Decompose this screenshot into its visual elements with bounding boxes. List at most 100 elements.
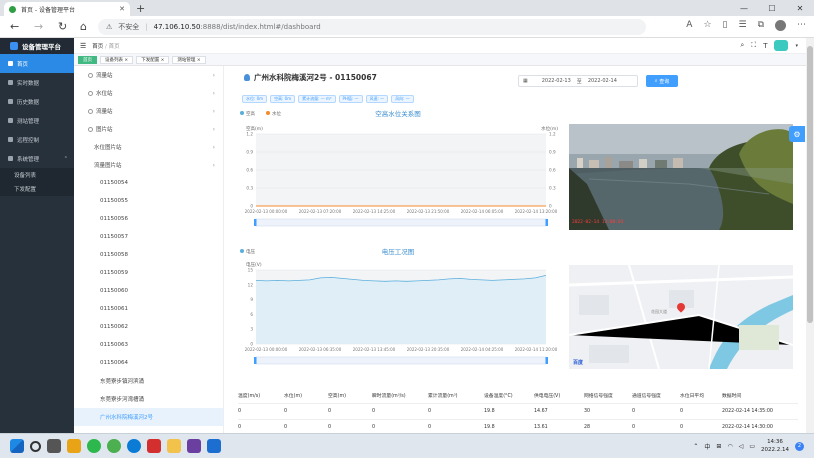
new-tab-icon[interactable]: + (136, 2, 145, 15)
security-warning-icon[interactable]: ⚠ (106, 23, 112, 31)
favorites-list-icon[interactable]: ☰ (738, 20, 746, 31)
taskbar-apps (10, 439, 221, 453)
sidebar-subitem-devices[interactable]: 设备列表 (0, 168, 74, 182)
y2-tick-label: 1.2 (549, 132, 556, 137)
minimize-icon[interactable]: — (730, 0, 758, 16)
date-range-picker[interactable]: ▦ 2022-02-13 至 2022-02-14 (518, 75, 638, 87)
tree-item[interactable]: 01150056 (74, 210, 223, 228)
user-avatar[interactable] (774, 40, 789, 51)
windows-start-icon[interactable] (10, 439, 24, 453)
read-aloud-icon[interactable]: A (686, 20, 692, 31)
home-icon[interactable]: ⌂ (80, 20, 87, 33)
table-cell: 0 (238, 425, 242, 430)
notification-badge[interactable]: 2 (795, 441, 804, 451)
tree-item[interactable]: 图片站 › (74, 120, 223, 138)
hamburger-icon[interactable]: ☰ (80, 42, 86, 50)
collections-icon[interactable]: ⧉ (758, 20, 764, 31)
chrome-icon[interactable] (107, 439, 121, 453)
back-icon[interactable]: ← (10, 20, 19, 33)
query-button[interactable]: ⌕ 查询 (646, 75, 678, 87)
search-icon[interactable] (30, 440, 41, 452)
split-screen-icon[interactable]: ▯ (723, 20, 728, 31)
tree-item[interactable]: 01150064 (74, 354, 223, 372)
sidebar-item-home[interactable]: 首页 (0, 54, 74, 73)
tree-item[interactable]: 流量图片站 › (74, 156, 223, 174)
search-icon[interactable]: ⌕ (740, 41, 744, 50)
sidebar-subitem-config[interactable]: 下发配置 (0, 182, 74, 196)
sidebar-item-system[interactable]: 系统管理 ⌃ (0, 149, 74, 168)
maximize-icon[interactable]: ☐ (758, 0, 786, 16)
close-tab-icon[interactable]: ✕ (119, 5, 125, 13)
tree-item-label: 01150059 (100, 270, 128, 276)
tree-item[interactable]: 01150058 (74, 246, 223, 264)
tree-item[interactable]: 广州水科院梅溪河2号 (74, 408, 223, 426)
column-header: 水位日平均 (680, 394, 704, 399)
datazoom-slider (255, 356, 547, 365)
tree-item[interactable]: 01150059 (74, 264, 223, 282)
font-size-icon[interactable]: T (763, 42, 767, 50)
tag-config[interactable]: 下发配置 × (136, 55, 170, 64)
settings-gear-button[interactable]: ⚙ (789, 126, 805, 142)
volume-icon[interactable]: ◁ (739, 443, 744, 450)
wifi-icon[interactable]: ◠ (727, 443, 732, 450)
reload-icon[interactable]: ↻ (58, 20, 67, 33)
tree-item[interactable]: 流量站 › (74, 102, 223, 120)
x-tick-label: 2022-02-13 21:50:00 (407, 209, 450, 214)
station-tree: 流量站 › 水位站 › 流量站 › 图片站 › 水位图片站 › 流量图片站 › 01150054 0115… (74, 66, 224, 433)
tree-item[interactable]: 01150057 (74, 228, 223, 246)
wps-icon[interactable] (147, 439, 161, 453)
chevron-down-icon[interactable]: ▾ (795, 43, 798, 49)
file-explorer-icon[interactable] (67, 439, 81, 453)
user-icon (88, 108, 93, 114)
datazoom-handle-left (254, 219, 257, 226)
close-window-icon[interactable]: ✕ (786, 0, 814, 16)
tag-stations[interactable]: 测站管理 × (172, 55, 206, 64)
input-method-icon[interactable]: ⊞ (716, 443, 721, 450)
legend-marker (240, 111, 244, 115)
top-header: ☰ 首页 / 首页 ⌕ ⛶ T ▾ (74, 38, 806, 54)
chevron-up-icon[interactable]: ⌃ (693, 443, 698, 450)
tree-item[interactable]: 东莞寮步镇河滨涌 (74, 372, 223, 390)
security-warning-text: 不安全 (118, 23, 140, 31)
folder-icon[interactable] (167, 439, 181, 453)
tree-item[interactable]: 01150055 (74, 192, 223, 210)
page-scrollbar[interactable] (806, 38, 814, 433)
table-cell: 0 (238, 409, 242, 414)
camera-snapshot[interactable]: 2022-02-14 13:00:03 (569, 124, 793, 230)
sidebar-item-remote[interactable]: 远程控制 (0, 130, 74, 149)
more-icon[interactable]: ⋯ (797, 20, 806, 31)
tree-item[interactable]: 01150060 (74, 282, 223, 300)
browser-tab[interactable]: 首页 - 设备管理平台 ✕ (4, 2, 130, 16)
app-icon[interactable] (187, 439, 201, 453)
scrollbar-thumb[interactable] (807, 46, 813, 323)
url-bar[interactable]: ⚠ 不安全 | 47.106.10.50:8888/dist/index.htm… (98, 19, 646, 35)
favorite-icon[interactable]: ☆ (703, 20, 711, 31)
task-view-icon[interactable] (47, 439, 61, 453)
battery-icon[interactable]: ▭ (749, 443, 755, 450)
tag-devices[interactable]: 设备列表 × (100, 55, 134, 64)
edge-icon[interactable] (127, 439, 141, 453)
taskbar-clock[interactable]: 14:36 2022.2.14 (761, 438, 789, 454)
y2-tick-label: 0.9 (549, 150, 556, 155)
tag-home[interactable]: 首页 (78, 55, 97, 64)
tree-item[interactable]: 01150054 (74, 174, 223, 192)
tree-item[interactable]: 01150061 (74, 300, 223, 318)
sidebar-item-stations[interactable]: 测站管理 (0, 111, 74, 130)
language-indicator[interactable]: 中 (704, 442, 710, 451)
wechat-icon[interactable] (87, 439, 101, 453)
location-map[interactable]: 花园大道 百度 (569, 265, 793, 369)
tree-item[interactable]: 01150063 (74, 336, 223, 354)
table-cell: 0 (428, 409, 432, 414)
tree-item[interactable]: 水位图片站 › (74, 138, 223, 156)
tree-item-label: 01150061 (100, 306, 128, 312)
forward-icon[interactable]: → (34, 20, 43, 33)
tree-item[interactable]: 01150062 (74, 318, 223, 336)
remote-desktop-icon[interactable] (207, 439, 221, 453)
tree-item[interactable]: 东莞寮步河湾槽涌 (74, 390, 223, 408)
tree-item[interactable]: 水位站 › (74, 84, 223, 102)
sidebar-item-history[interactable]: 历史数据 (0, 92, 74, 111)
profile-avatar[interactable] (775, 20, 786, 31)
tree-item[interactable]: 流量站 › (74, 66, 223, 84)
fullscreen-icon[interactable]: ⛶ (751, 41, 756, 50)
sidebar-item-realtime[interactable]: 实时数据 (0, 73, 74, 92)
